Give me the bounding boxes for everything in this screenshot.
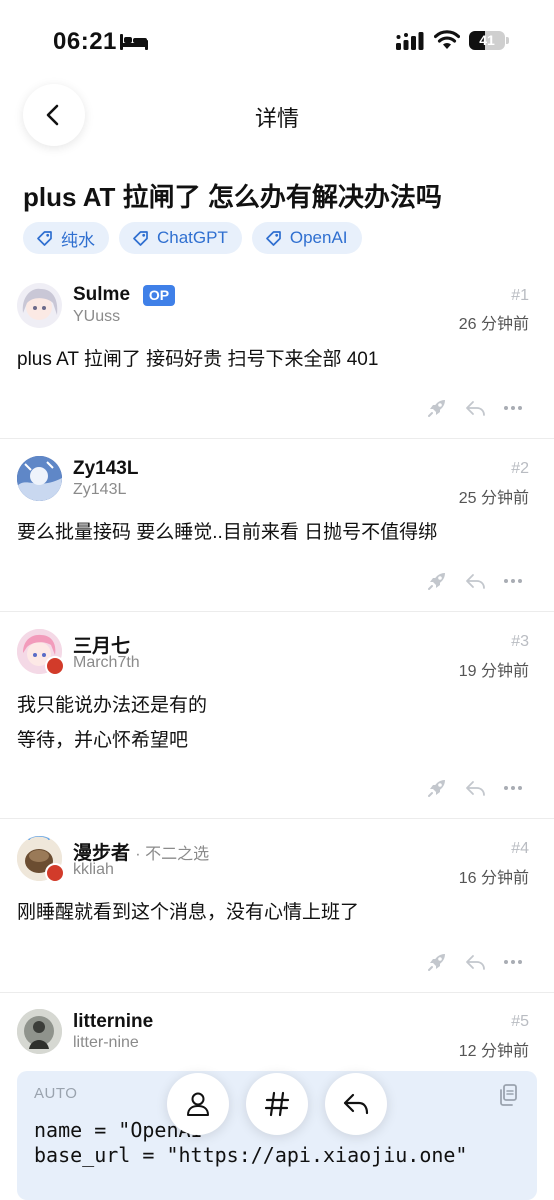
tag-chip[interactable]: 纯水 [23,222,109,254]
page-title: 详情 [254,106,299,131]
divider [0,611,554,612]
hash-icon [264,1091,290,1117]
flair-badge-icon [45,863,65,883]
reply-actions [426,570,524,592]
author-username: litter-nine [73,1034,139,1051]
profile-button[interactable] [167,1073,229,1135]
author-username: Zy143L [73,481,127,498]
rocket-icon[interactable] [426,397,448,419]
author-username: YUuss [73,308,121,325]
topics-button[interactable] [246,1073,308,1135]
wifi-icon [434,30,460,49]
reply-icon [343,1093,369,1115]
reply-actions [426,951,524,973]
tag-label: ChatGPT [157,228,228,247]
post-time: 12 分钟前 [458,1043,529,1060]
avatar[interactable] [17,283,62,328]
status-bar: 06:21 41 [0,0,554,70]
author-flair: · 不二之选 [135,846,210,863]
floor-number: #4 [511,840,529,857]
reply-icon[interactable] [464,570,486,592]
user-icon [187,1092,209,1116]
divider [0,818,554,819]
reply-actions [426,397,524,419]
floor-number: #5 [511,1013,529,1030]
more-dots-icon[interactable] [502,570,524,592]
floor-number: #3 [511,633,529,650]
author-name[interactable]: litternine [73,1011,153,1033]
reply-actions [426,777,524,799]
tag-label: OpenAI [289,228,348,247]
reply-icon[interactable] [464,951,486,973]
reply-icon[interactable] [464,397,486,419]
post-time: 26 分钟前 [458,316,529,333]
content-line: 要么批量接码 要么睡觉..目前来看 日抛号不值得绑 [17,522,438,543]
status-time: 06:21 [53,28,117,55]
divider [0,438,554,439]
op-badge: OP [143,285,175,306]
reply-button[interactable] [325,1073,387,1135]
author-username: March7th [73,654,140,671]
battery-cap [506,37,509,44]
copy-icon[interactable] [497,1083,519,1107]
reply-icon[interactable] [464,777,486,799]
topic-title: plus AT 拉闸了 怎么办有解决办法吗 [23,182,442,212]
avatar[interactable] [17,456,62,501]
floor-number: #1 [511,287,529,304]
code-line: base_url = "https://api.xiaojiu.one" [34,1143,468,1167]
tag-chip[interactable]: OpenAI [251,222,362,254]
reply-content: plus AT 拉闸了 接码好贵 扫号下来全部 401 [17,342,378,377]
post-time: 19 分钟前 [458,663,529,680]
rocket-icon[interactable] [426,951,448,973]
tag-icon [37,231,52,246]
rocket-icon[interactable] [426,777,448,799]
content-line: plus AT 拉闸了 接码好贵 扫号下来全部 401 [17,349,379,370]
reply-content: 要么批量接码 要么睡觉..目前来看 日抛号不值得绑 [17,515,437,550]
tag-icon [266,231,281,246]
battery-indicator: 41 [469,31,505,50]
tag-chip[interactable]: ChatGPT [119,222,242,254]
avatar[interactable] [17,1009,62,1054]
tag-label: 纯水 [61,230,95,250]
reply-content: 刚睡醒就看到这个消息，没有心情上班了 [17,895,359,930]
more-dots-icon[interactable] [502,951,524,973]
battery-level: 41 [479,32,495,48]
author-name[interactable]: Zy143L [73,458,138,480]
code-language-label: AUTO [34,1085,78,1102]
content-line: 刚睡醒就看到这个消息，没有心情上班了 [17,902,360,923]
divider [0,992,554,993]
sleep-focus-icon [120,34,148,50]
content-line: 等待，并心怀希望吧 [17,730,189,751]
more-dots-icon[interactable] [502,777,524,799]
rocket-icon[interactable] [426,570,448,592]
content-line: 我只能说办法还是有的 [17,695,208,716]
flair-badge-icon [45,656,65,676]
post-time: 16 分钟前 [458,870,529,887]
tag-list: 纯水 ChatGPT OpenAI [23,222,362,254]
author-username: kkliah [73,861,114,878]
post-time: 25 分钟前 [458,490,529,507]
floor-number: #2 [511,460,529,477]
more-dots-icon[interactable] [502,397,524,419]
reply-content: 我只能说办法还是有的 等待，并心怀希望吧 [17,688,207,758]
author-name[interactable]: Sulme [73,284,130,306]
cellular-signal-icon [396,32,424,50]
tag-icon [133,231,148,246]
